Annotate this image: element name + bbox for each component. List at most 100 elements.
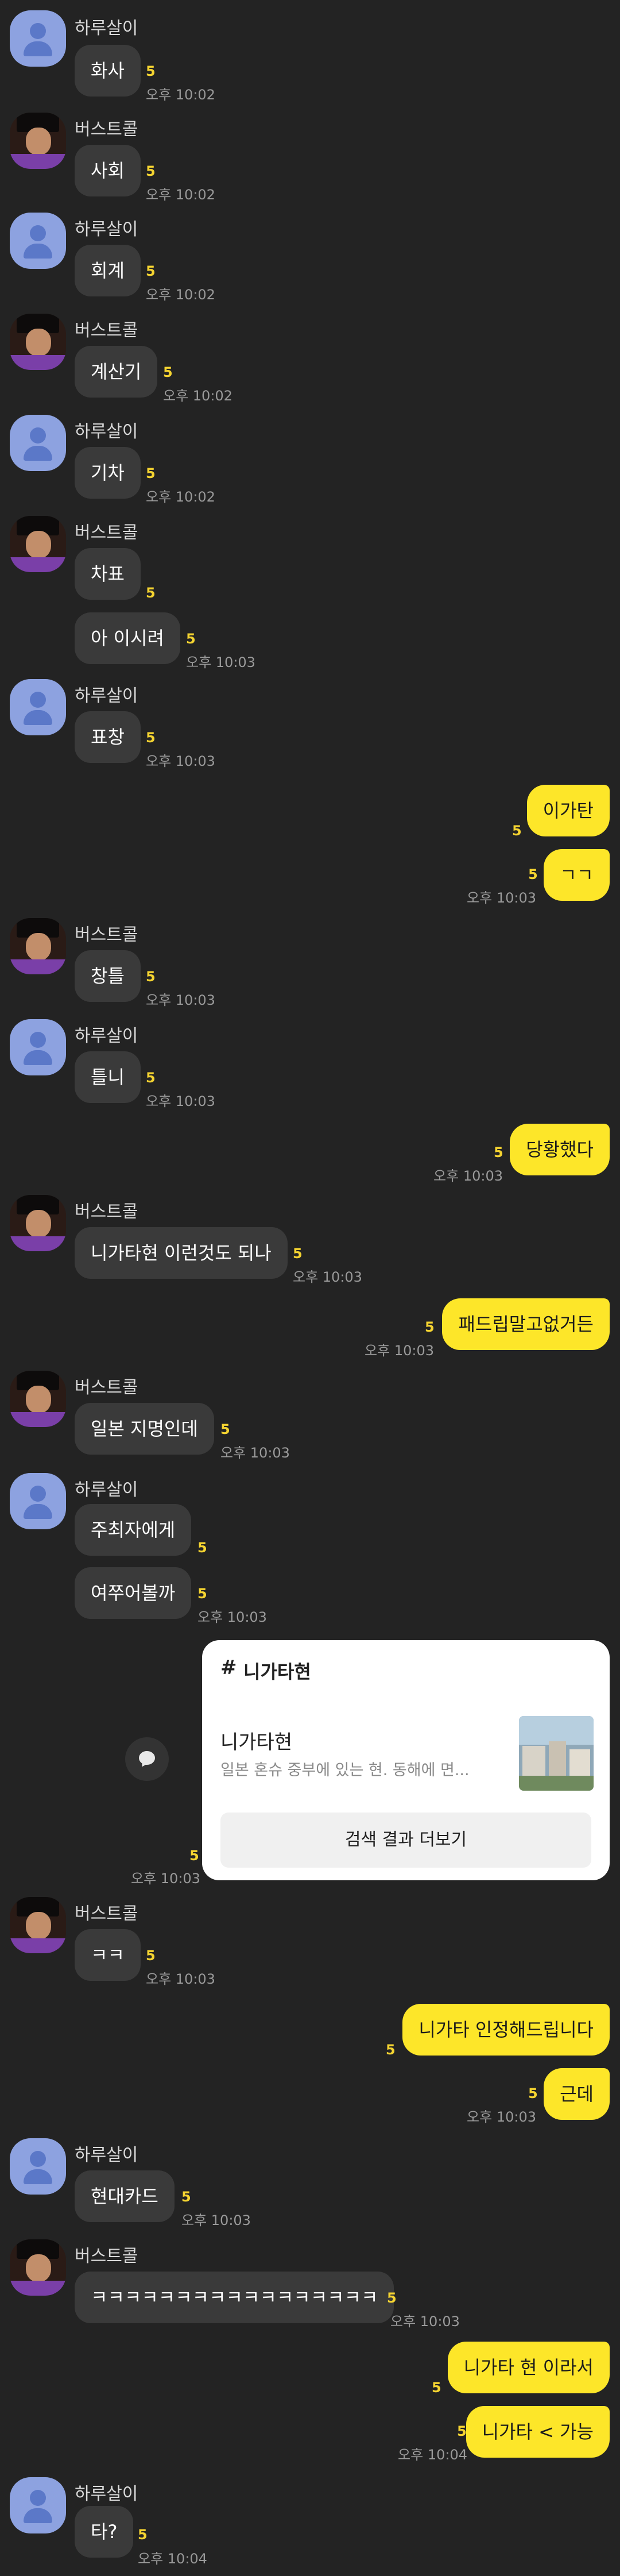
sender-name: 버스트콜 — [75, 321, 138, 341]
message-time: 오후 10:03 — [146, 753, 215, 769]
message-bubble-outgoing[interactable]: 패드립말고없거든 — [442, 1298, 610, 1350]
avatar-default[interactable] — [10, 213, 66, 269]
result-description: 일본 혼슈 중부에 있는 현. 동해에 면... — [220, 1761, 470, 1779]
unread-count: 5 — [293, 1245, 303, 1262]
message-time: 오후 10:03 — [433, 1168, 503, 1184]
result-title[interactable]: 니가타현 — [220, 1726, 292, 1754]
message-time: 오후 10:03 — [467, 890, 536, 906]
unread-count: 5 — [220, 1421, 230, 1437]
message-time: 오후 10:04 — [398, 2447, 467, 2463]
message-time: 오후 10:02 — [146, 187, 215, 203]
message-bubble-incoming[interactable]: 기차 — [75, 447, 141, 499]
sender-name: 버스트콜 — [75, 1202, 138, 1222]
unread-count: 5 — [146, 163, 156, 179]
avatar-default[interactable] — [10, 1473, 66, 1529]
message-bubble-incoming[interactable]: ㅋㅋ — [75, 1929, 141, 1981]
unread-count: 5 — [146, 730, 156, 746]
avatar-photo[interactable] — [10, 1195, 66, 1251]
avatar-default[interactable] — [10, 1019, 66, 1075]
sender-name: 하루살이 — [75, 2145, 138, 2165]
unread-count: 5 — [425, 1319, 435, 1335]
sender-name: 버스트콜 — [75, 1378, 138, 1398]
more-results-button[interactable]: 검색 결과 더보기 — [220, 1813, 591, 1868]
unread-count: 5 — [387, 2290, 397, 2306]
avatar-default[interactable] — [10, 415, 66, 471]
unread-count: 5 — [528, 2085, 538, 2101]
avatar-photo[interactable] — [10, 314, 66, 370]
message-time: 오후 10:03 — [186, 654, 255, 670]
message-time: 오후 10:04 — [138, 2551, 207, 2567]
share-button[interactable] — [125, 1737, 169, 1781]
message-bubble-incoming[interactable]: 틀니 — [75, 1051, 141, 1103]
message-bubble-incoming[interactable]: 일본 지명인데 — [75, 1403, 214, 1455]
avatar-photo[interactable] — [10, 918, 66, 974]
message-bubble-outgoing[interactable]: 당황했다 — [510, 1124, 610, 1175]
unread-count: 5 — [512, 823, 522, 839]
message-bubble-incoming[interactable]: 니가타현 이런것도 되나 — [75, 1227, 288, 1279]
message-bubble-incoming[interactable]: 계산기 — [75, 346, 158, 398]
avatar-photo[interactable] — [10, 1371, 66, 1427]
result-thumbnail[interactable] — [519, 1716, 594, 1791]
message-bubble-incoming[interactable]: 창틀 — [75, 950, 141, 1002]
message-time: 오후 10:02 — [146, 489, 215, 505]
message-time: 오후 10:03 — [365, 1343, 434, 1359]
sender-name: 버스트콜 — [75, 523, 138, 543]
sender-name: 하루살이 — [75, 1480, 138, 1500]
avatar-default[interactable] — [10, 2138, 66, 2195]
unread-count: 5 — [197, 1586, 207, 1602]
avatar-photo[interactable] — [10, 516, 66, 572]
message-bubble-outgoing[interactable]: ㄱㄱ — [544, 849, 610, 901]
unread-count: 5 — [457, 2423, 467, 2439]
unread-count: 5 — [146, 63, 156, 79]
unread-count: 5 — [146, 1070, 156, 1086]
unread-count: 5 — [189, 1848, 199, 1864]
unread-count: 5 — [146, 1948, 156, 1964]
message-bubble-incoming[interactable]: 표창 — [75, 711, 141, 763]
unread-count: 5 — [197, 1540, 207, 1556]
message-time: 오후 10:02 — [163, 388, 232, 404]
unread-count: 5 — [432, 2380, 441, 2396]
message-time: 오후 10:03 — [131, 1871, 200, 1887]
message-bubble-incoming[interactable]: 화사 — [75, 45, 141, 97]
message-time: 오후 10:03 — [220, 1445, 290, 1461]
sender-name: 하루살이 — [75, 686, 138, 706]
unread-count: 5 — [146, 263, 156, 279]
chat-room: 하루살이 화사 5 오후 10:02 버스트콜 사회 5 오후 10:02 하루… — [0, 0, 620, 2576]
message-bubble-incoming[interactable]: 회계 — [75, 245, 141, 296]
message-bubble-outgoing[interactable]: 니가타 인정해드립니다 — [402, 2004, 610, 2056]
avatar-default[interactable] — [10, 2477, 66, 2533]
message-bubble-incoming[interactable]: 차표 — [75, 548, 141, 600]
message-bubble-incoming[interactable]: 아 이시려 — [75, 612, 180, 664]
message-bubble-incoming[interactable]: ㅋㅋㅋㅋㅋㅋㅋㅋㅋㅋㅋㅋㅋㅋㅋㅋㅋ — [75, 2272, 394, 2323]
unread-count: 5 — [146, 969, 156, 985]
message-time: 오후 10:03 — [467, 2109, 536, 2125]
unread-count: 5 — [138, 2527, 148, 2543]
sender-name: 하루살이 — [75, 2484, 138, 2504]
message-bubble-outgoing[interactable]: 니가타 현 이라서 — [447, 2342, 610, 2393]
message-bubble-incoming[interactable]: 여쭈어볼까 — [75, 1567, 192, 1619]
unread-count: 5 — [163, 364, 173, 380]
search-query: 니가타현 — [243, 1661, 311, 1683]
message-bubble-outgoing[interactable]: 니가타 < 가능 — [466, 2406, 610, 2458]
sender-name: 하루살이 — [75, 219, 138, 240]
unread-count: 5 — [146, 585, 156, 601]
sender-name: 버스트콜 — [75, 1904, 138, 1924]
sender-name: 버스트콜 — [75, 2246, 138, 2266]
avatar-photo[interactable] — [10, 2239, 66, 2296]
message-bubble-incoming[interactable]: 사회 — [75, 145, 141, 196]
sender-name: 하루살이 — [75, 18, 138, 38]
avatar-photo[interactable] — [10, 113, 66, 169]
message-bubble-incoming[interactable]: 타? — [75, 2506, 134, 2558]
search-result-card[interactable]: # 니가타현 니가타현 일본 혼슈 중부에 있는 현. 동해에 면... 검색 … — [202, 1640, 610, 1880]
unread-count: 5 — [528, 866, 538, 882]
message-bubble-incoming[interactable]: 현대카드 — [75, 2170, 175, 2222]
avatar-photo[interactable] — [10, 1897, 66, 1953]
message-bubble-incoming[interactable]: 주최자에게 — [75, 1504, 192, 1556]
unread-count: 5 — [494, 1144, 503, 1160]
message-time: 오후 10:03 — [197, 1609, 267, 1625]
message-bubble-outgoing[interactable]: 근데 — [544, 2068, 610, 2120]
unread-count: 5 — [146, 465, 156, 481]
message-bubble-outgoing[interactable]: 이가탄 — [526, 785, 610, 836]
avatar-default[interactable] — [10, 679, 66, 735]
avatar-default[interactable] — [10, 10, 66, 67]
